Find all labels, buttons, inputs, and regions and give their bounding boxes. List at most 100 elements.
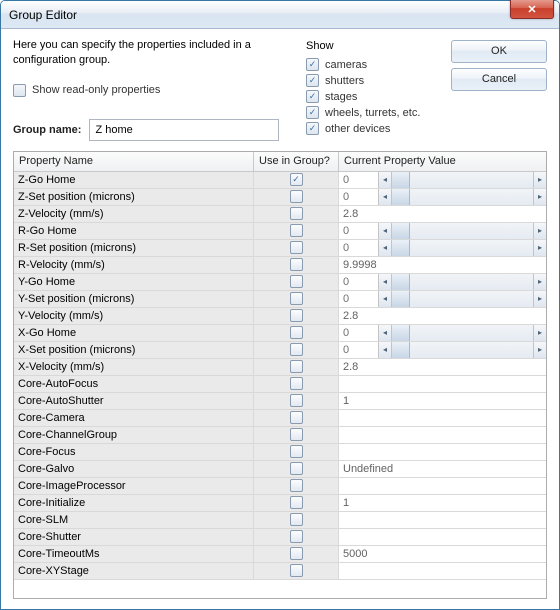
use-in-group-checkbox[interactable] [290, 241, 303, 254]
cell-current-value[interactable]: 0◂ ▸ [339, 223, 546, 239]
use-in-group-checkbox[interactable] [290, 207, 303, 220]
use-in-group-checkbox[interactable]: ✓ [290, 173, 303, 186]
slider-left-arrow-icon[interactable]: ◂ [379, 223, 392, 239]
value-slider[interactable]: 0◂ ▸ [339, 240, 546, 256]
use-in-group-checkbox[interactable] [290, 411, 303, 424]
col-use-in-group[interactable]: Use in Group? [254, 152, 339, 171]
use-in-group-checkbox[interactable] [290, 479, 303, 492]
cell-current-value[interactable]: Undefined [339, 461, 546, 477]
col-property-name[interactable]: Property Name [14, 152, 254, 171]
value-slider[interactable]: 0◂▸ [339, 189, 546, 205]
use-in-group-checkbox[interactable] [290, 496, 303, 509]
slider-right-arrow-icon[interactable]: ▸ [533, 223, 546, 239]
cell-current-value[interactable] [339, 512, 546, 528]
slider-track[interactable] [392, 240, 533, 256]
cell-current-value[interactable]: 0◂▸ [339, 274, 546, 290]
slider-left-arrow-icon[interactable]: ◂ [379, 189, 392, 205]
slider-thumb[interactable] [392, 274, 410, 290]
cell-current-value[interactable] [339, 478, 546, 494]
cell-current-value[interactable] [339, 410, 546, 426]
cell-current-value[interactable] [339, 427, 546, 443]
cell-current-value[interactable]: 1 [339, 495, 546, 511]
show-filter-checkbox[interactable]: ✓ [306, 122, 319, 135]
value-slider[interactable]: 0◂▸ [339, 325, 546, 341]
slider-value[interactable]: 0 [339, 223, 379, 239]
use-in-group-checkbox[interactable] [290, 309, 303, 322]
use-in-group-checkbox[interactable] [290, 360, 303, 373]
cell-current-value[interactable]: 2.8 [339, 308, 546, 324]
use-in-group-checkbox[interactable] [290, 292, 303, 305]
cell-current-value[interactable]: 9.9998 [339, 257, 546, 273]
cell-current-value[interactable]: 0◂▸ [339, 325, 546, 341]
slider-thumb[interactable] [392, 291, 410, 307]
show-filter-checkbox[interactable]: ✓ [306, 58, 319, 71]
use-in-group-checkbox[interactable] [290, 513, 303, 526]
ok-button[interactable]: OK [451, 40, 547, 63]
show-readonly-checkbox[interactable] [13, 84, 26, 97]
slider-value[interactable]: 0 [339, 325, 379, 341]
value-slider[interactable]: 0◂ ▸ [339, 172, 546, 188]
cell-current-value[interactable]: 0◂ ▸ [339, 172, 546, 188]
slider-thumb[interactable] [392, 223, 410, 239]
use-in-group-checkbox[interactable] [290, 258, 303, 271]
slider-track[interactable] [392, 342, 533, 358]
value-slider[interactable]: 0◂ ▸ [339, 342, 546, 358]
slider-thumb[interactable] [392, 240, 410, 256]
cell-current-value[interactable]: 0◂▸ [339, 291, 546, 307]
group-name-input[interactable] [89, 119, 279, 141]
use-in-group-checkbox[interactable] [290, 547, 303, 560]
slider-thumb[interactable] [392, 342, 410, 358]
slider-track[interactable] [392, 189, 533, 205]
slider-thumb[interactable] [392, 189, 410, 205]
cell-current-value[interactable] [339, 563, 546, 579]
slider-value[interactable]: 0 [339, 342, 379, 358]
close-button[interactable]: ✕ [510, 0, 554, 19]
use-in-group-checkbox[interactable] [290, 394, 303, 407]
cell-current-value[interactable]: 1 [339, 393, 546, 409]
slider-right-arrow-icon[interactable]: ▸ [533, 189, 546, 205]
cell-current-value[interactable]: 0◂▸ [339, 189, 546, 205]
cell-current-value[interactable] [339, 376, 546, 392]
slider-thumb[interactable] [392, 172, 410, 188]
slider-track[interactable] [392, 223, 533, 239]
cell-current-value[interactable]: 2.8 [339, 206, 546, 222]
use-in-group-checkbox[interactable] [290, 275, 303, 288]
show-filter-checkbox[interactable]: ✓ [306, 90, 319, 103]
use-in-group-checkbox[interactable] [290, 564, 303, 577]
slider-value[interactable]: 0 [339, 291, 379, 307]
slider-right-arrow-icon[interactable]: ▸ [533, 172, 546, 188]
slider-left-arrow-icon[interactable]: ◂ [379, 342, 392, 358]
slider-track[interactable] [392, 291, 533, 307]
slider-left-arrow-icon[interactable]: ◂ [379, 240, 392, 256]
value-slider[interactable]: 0◂▸ [339, 274, 546, 290]
use-in-group-checkbox[interactable] [290, 377, 303, 390]
cell-current-value[interactable]: 2.8 [339, 359, 546, 375]
value-slider[interactable]: 0◂ ▸ [339, 223, 546, 239]
use-in-group-checkbox[interactable] [290, 445, 303, 458]
use-in-group-checkbox[interactable] [290, 326, 303, 339]
slider-right-arrow-icon[interactable]: ▸ [533, 342, 546, 358]
slider-value[interactable]: 0 [339, 240, 379, 256]
cell-current-value[interactable]: 0◂ ▸ [339, 342, 546, 358]
use-in-group-checkbox[interactable] [290, 224, 303, 237]
cancel-button[interactable]: Cancel [451, 68, 547, 91]
use-in-group-checkbox[interactable] [290, 343, 303, 356]
slider-left-arrow-icon[interactable]: ◂ [379, 172, 392, 188]
show-filter-checkbox[interactable]: ✓ [306, 106, 319, 119]
value-slider[interactable]: 0◂▸ [339, 291, 546, 307]
col-current-value[interactable]: Current Property Value [339, 152, 546, 171]
slider-right-arrow-icon[interactable]: ▸ [533, 240, 546, 256]
slider-left-arrow-icon[interactable]: ◂ [379, 274, 392, 290]
slider-right-arrow-icon[interactable]: ▸ [533, 325, 546, 341]
use-in-group-checkbox[interactable] [290, 190, 303, 203]
slider-right-arrow-icon[interactable]: ▸ [533, 291, 546, 307]
show-filter-checkbox[interactable]: ✓ [306, 74, 319, 87]
slider-track[interactable] [392, 325, 533, 341]
cell-current-value[interactable]: 0◂ ▸ [339, 240, 546, 256]
use-in-group-checkbox[interactable] [290, 530, 303, 543]
cell-current-value[interactable] [339, 444, 546, 460]
slider-value[interactable]: 0 [339, 172, 379, 188]
slider-track[interactable] [392, 172, 533, 188]
use-in-group-checkbox[interactable] [290, 462, 303, 475]
cell-current-value[interactable]: 5000 [339, 546, 546, 562]
